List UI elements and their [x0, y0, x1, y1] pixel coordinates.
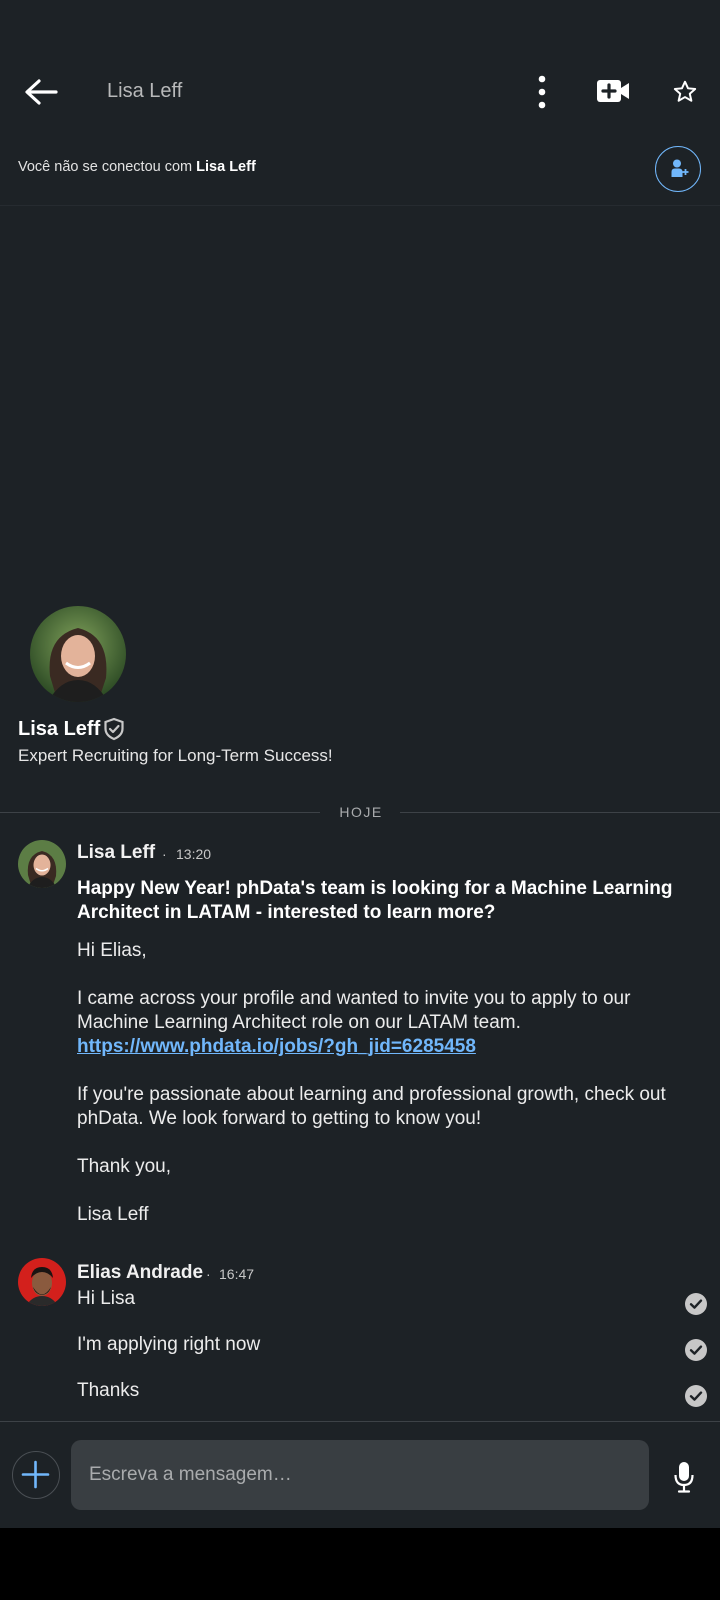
message-subject: Happy New Year! phData's team is looking… [77, 878, 673, 923]
profile-name[interactable]: Lisa Leff [18, 718, 100, 741]
add-contact-icon [671, 159, 689, 177]
message-line: Thanks [77, 1380, 140, 1401]
message-greeting: Hi Elias, [77, 940, 147, 961]
add-contact-button[interactable] [655, 146, 701, 192]
read-check-icon [684, 1384, 708, 1408]
divider-line-left [0, 812, 320, 813]
read-check-icon [684, 1338, 708, 1362]
top-app-bar: Lisa Leff [0, 0, 720, 130]
back-arrow-icon[interactable] [20, 74, 64, 110]
separator-dot: · [162, 846, 167, 862]
composer-divider [0, 1421, 720, 1422]
message-input[interactable] [71, 1440, 649, 1510]
message-paragraph: If you're passionate about learning and … [77, 1084, 666, 1129]
profile-avatar[interactable] [30, 606, 126, 702]
microphone-icon[interactable] [672, 1460, 696, 1494]
message-paragraph: I came across your profile and wanted to… [77, 988, 631, 1033]
job-link[interactable]: https://www.phdata.io/jobs/?gh_jid=62854… [77, 1035, 677, 1059]
video-call-icon[interactable] [596, 78, 630, 106]
verified-shield-icon [103, 717, 125, 741]
divider-line-right [400, 812, 720, 813]
connection-banner-name: Lisa Leff [196, 159, 256, 175]
sender-avatar-elias[interactable] [18, 1258, 66, 1306]
plus-icon [21, 1460, 50, 1489]
connection-banner: Você não se conectou com Lisa Leff [0, 133, 720, 206]
message-sender[interactable]: Lisa Leff [77, 842, 155, 864]
conversation-title: Lisa Leff [107, 80, 183, 102]
date-divider: HOJE [339, 804, 383, 820]
read-check-icon [684, 1292, 708, 1316]
sender-avatar-lisa[interactable] [18, 840, 66, 888]
separator-dot: · [206, 1266, 211, 1282]
message-signature: Lisa Leff [77, 1204, 149, 1225]
message-time: 13:20 [176, 846, 212, 862]
more-vertical-icon[interactable] [532, 74, 552, 110]
attach-button[interactable] [12, 1451, 60, 1499]
message-body: Happy New Year! phData's team is looking… [77, 877, 677, 1227]
message-line: Hi Lisa [77, 1288, 136, 1309]
message-line: I'm applying right now [77, 1334, 261, 1355]
message-sender[interactable]: Elias Andrade [77, 1262, 203, 1284]
message-time: 16:47 [219, 1266, 255, 1282]
connection-banner-text: Você não se conectou com Lisa Leff [18, 159, 256, 175]
message-closing: Thank you, [77, 1156, 171, 1177]
star-icon[interactable] [672, 78, 698, 106]
profile-headline: Expert Recruiting for Long-Term Success! [18, 746, 333, 765]
system-nav-bar [0, 1528, 720, 1600]
